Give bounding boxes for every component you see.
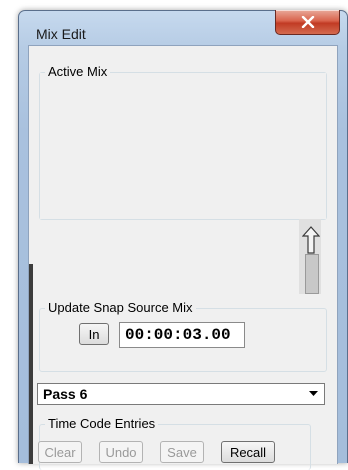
recall-button[interactable]: Recall [221, 441, 275, 463]
time-code-entries-label: Time Code Entries [45, 416, 159, 431]
active-mix-group: Active Mix [39, 64, 327, 220]
chevron-down-icon [309, 391, 318, 396]
pass-select-value: Pass 6 [43, 386, 88, 402]
pass-select[interactable]: Pass 6 [37, 383, 325, 405]
active-mix-panel [40, 73, 326, 219]
update-snap-source-group: Update Snap Source Mix In 00:00:03.00 [39, 300, 327, 372]
window-title: Mix Edit [36, 26, 86, 42]
timecode-field[interactable]: 00:00:03.00 [119, 322, 245, 348]
left-edge-divider [29, 264, 33, 464]
up-arrow-icon[interactable] [302, 226, 320, 254]
time-code-entries-group: Time Code Entries Clear Undo Save Recall [38, 416, 311, 470]
mix-edit-window: Mix Edit Active Mix Update Snap Source M… [18, 10, 348, 470]
undo-button[interactable]: Undo [99, 441, 143, 463]
save-button[interactable]: Save [160, 441, 204, 463]
active-mix-label: Active Mix [45, 64, 111, 79]
scroll-thumb[interactable] [305, 254, 319, 294]
close-x-icon [301, 16, 314, 28]
in-button[interactable]: In [79, 323, 109, 345]
update-snap-source-label: Update Snap Source Mix [45, 300, 196, 315]
close-button[interactable] [275, 10, 340, 35]
client-area: Active Mix Update Snap Source Mix In 00:… [28, 45, 338, 470]
clear-button[interactable]: Clear [38, 441, 82, 463]
